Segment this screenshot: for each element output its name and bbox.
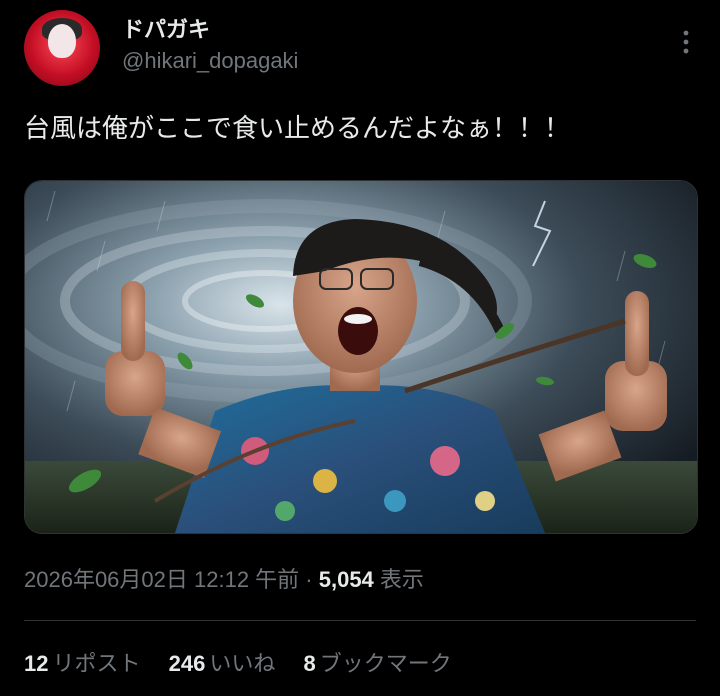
views-label: 表示	[379, 567, 424, 592]
tweet-stats: 12 リポスト 246 いいね 8 ブックマーク	[24, 646, 474, 678]
tweet-text: 台風は俺がここで食い止めるんだよなぁ！！！	[24, 114, 571, 144]
author-handle[interactable]: @hikari_dopagaki	[122, 48, 298, 74]
tweet-media-photo[interactable]	[24, 180, 698, 534]
bookmarks-stat[interactable]: 8 ブックマーク	[303, 646, 451, 678]
reposts-label: リポスト	[52, 651, 141, 676]
typhoon-photo	[25, 181, 697, 533]
likes-count: 246	[168, 651, 206, 676]
likes-label: いいね	[209, 651, 276, 676]
avatar[interactable]	[24, 10, 100, 86]
views-count: 5,054	[318, 567, 374, 592]
likes-stat[interactable]: 246 いいね	[169, 646, 276, 678]
reposts-count: 12	[24, 651, 49, 676]
avatar-face	[48, 24, 76, 58]
meta-separator: ·	[299, 567, 319, 592]
more-options-icon[interactable]	[680, 28, 692, 56]
tweet-meta: 2026年06月02日 12:12 午前 · 5,054 表示	[24, 562, 424, 594]
reposts-stat[interactable]: 12 リポスト	[24, 646, 141, 678]
bookmarks-count: 8	[303, 651, 316, 676]
timestamp[interactable]: 2026年06月02日 12:12 午前	[24, 567, 299, 592]
divider	[24, 620, 696, 621]
tweet-header: ドパガキ @hikari_dopagaki	[24, 10, 700, 86]
bookmarks-label: ブックマーク	[319, 651, 452, 676]
author-display-name[interactable]: ドパガキ	[122, 12, 210, 44]
